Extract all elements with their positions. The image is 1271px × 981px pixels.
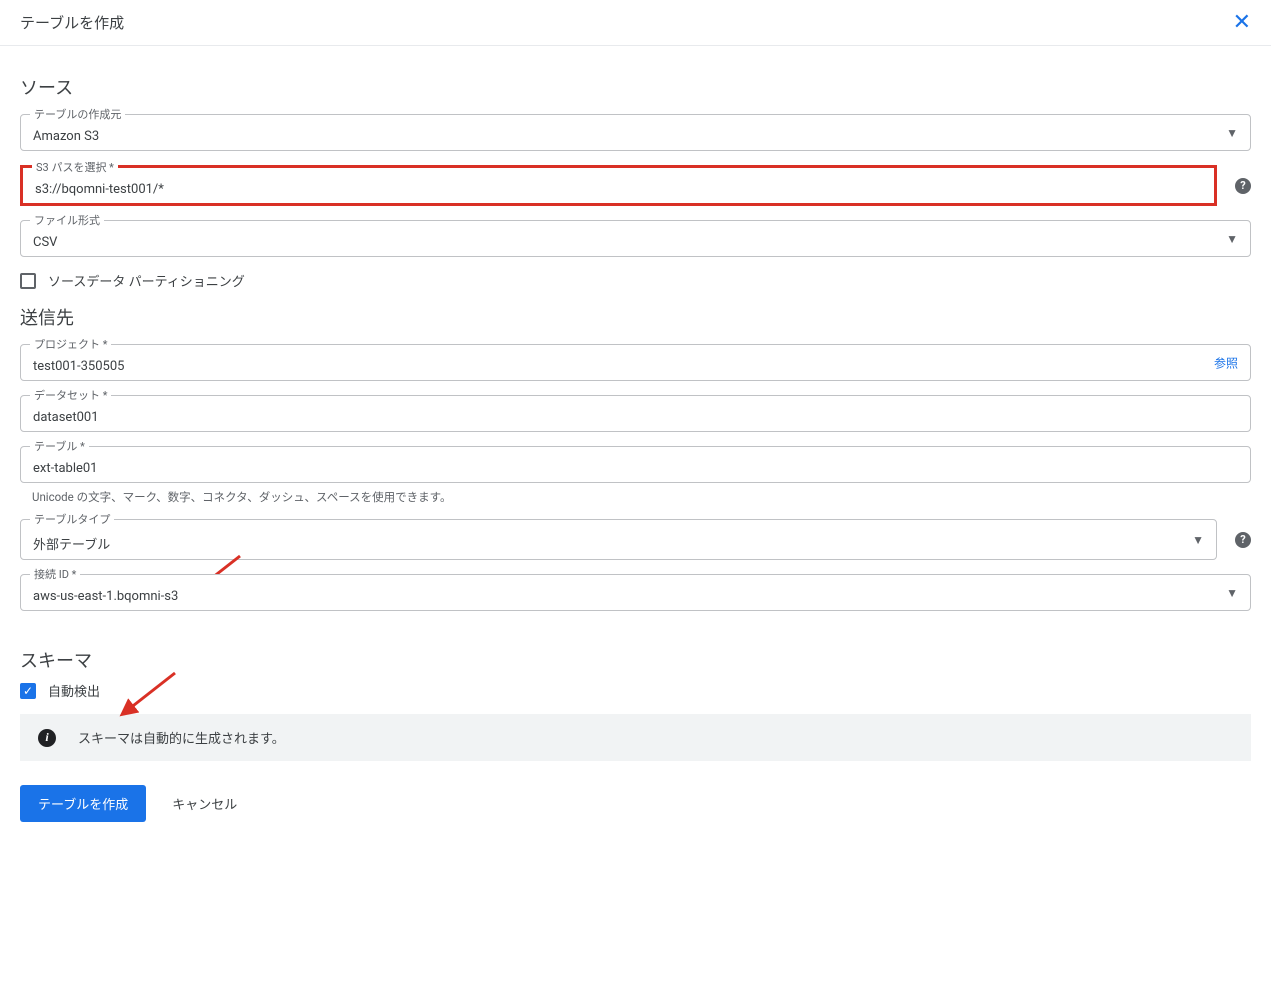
project-label: プロジェクト * — [30, 336, 111, 352]
table-helper-text: Unicode の文字、マーク、数字、コネクタ、ダッシュ、スペースを使用できます… — [32, 489, 1251, 505]
project-value: test001-350505 — [33, 345, 1238, 374]
table-type-label: テーブルタイプ — [30, 511, 114, 527]
source-partitioning-checkbox[interactable]: ソースデータ パーティショニング — [20, 271, 1251, 290]
source-partitioning-label: ソースデータ パーティショニング — [48, 271, 245, 290]
destination-section-title: 送信先 — [20, 304, 1251, 330]
schema-info-text: スキーマは自動的に生成されます。 — [78, 728, 285, 747]
table-type-select[interactable]: テーブルタイプ 外部テーブル ▼ — [20, 519, 1217, 560]
connection-id-value: aws-us-east-1.bqomni-s3 — [33, 575, 1238, 604]
auto-detect-checkbox[interactable]: ✓ 自動検出 — [20, 681, 1251, 700]
checkbox-checked-icon: ✓ — [20, 683, 36, 699]
chevron-down-icon: ▼ — [1226, 586, 1238, 600]
s3-path-input[interactable]: S3 パスを選択 * s3://bqomni-test001/* — [20, 165, 1217, 206]
table-input[interactable]: テーブル * ext-table01 — [20, 446, 1251, 483]
source-section-title: ソース — [20, 74, 1251, 100]
chevron-down-icon: ▼ — [1192, 533, 1204, 547]
auto-detect-label: 自動検出 — [48, 681, 100, 700]
create-from-label: テーブルの作成元 — [30, 106, 125, 122]
dialog-title: テーブルを作成 — [20, 12, 124, 33]
dataset-input[interactable]: データセット * dataset001 — [20, 395, 1251, 432]
help-icon[interactable]: ? — [1235, 178, 1251, 194]
table-type-value: 外部テーブル — [33, 520, 1204, 553]
table-label: テーブル * — [30, 438, 89, 454]
file-format-select[interactable]: ファイル形式 CSV ▼ — [20, 220, 1251, 257]
project-input[interactable]: プロジェクト * test001-350505 参照 — [20, 344, 1251, 381]
create-from-value: Amazon S3 — [33, 115, 1238, 144]
checkbox-unchecked-icon — [20, 273, 36, 289]
table-value: ext-table01 — [33, 447, 1238, 476]
dataset-value: dataset001 — [33, 396, 1238, 425]
browse-button[interactable]: 参照 — [1214, 354, 1238, 371]
dataset-label: データセット * — [30, 387, 111, 403]
file-format-value: CSV — [33, 221, 1238, 250]
cancel-button[interactable]: キャンセル — [172, 794, 237, 813]
create-from-select[interactable]: テーブルの作成元 Amazon S3 ▼ — [20, 114, 1251, 151]
file-format-label: ファイル形式 — [30, 212, 104, 228]
close-icon[interactable]: ✕ — [1233, 10, 1251, 35]
help-icon[interactable]: ? — [1235, 532, 1251, 548]
info-icon: i — [38, 729, 56, 747]
create-table-button[interactable]: テーブルを作成 — [20, 785, 146, 822]
schema-info-banner: i スキーマは自動的に生成されます。 — [20, 714, 1251, 761]
schema-section-title: スキーマ — [20, 647, 1251, 673]
connection-id-select[interactable]: 接続 ID * aws-us-east-1.bqomni-s3 ▼ — [20, 574, 1251, 611]
connection-id-label: 接続 ID * — [30, 566, 80, 582]
chevron-down-icon: ▼ — [1226, 232, 1238, 246]
s3-path-value: s3://bqomni-test001/* — [35, 168, 1202, 197]
s3-path-label: S3 パスを選択 * — [32, 159, 118, 175]
chevron-down-icon: ▼ — [1226, 126, 1238, 140]
